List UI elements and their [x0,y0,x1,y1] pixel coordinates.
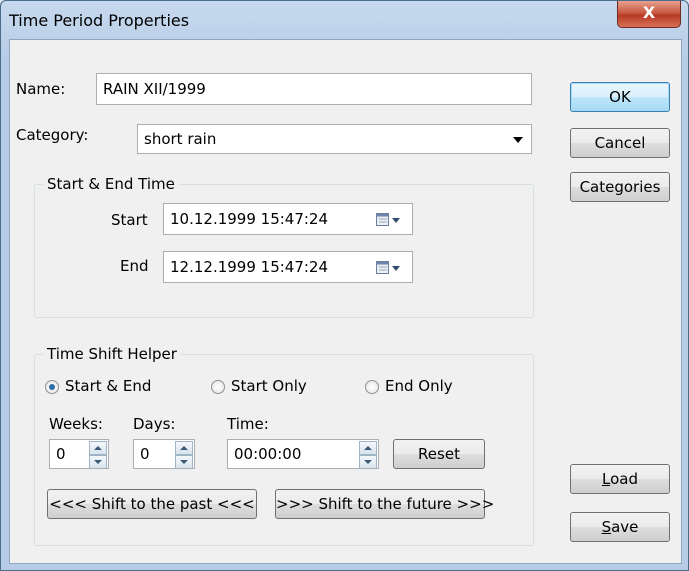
save-button[interactable]: Save [570,512,670,542]
start-end-group: Start & End Time Start 10.12.1999 15:47:… [34,175,534,318]
category-value: short rain [144,130,217,148]
end-label: End [120,257,149,275]
days-label: Days: [133,415,176,433]
weeks-stepper[interactable]: 0 [49,439,109,469]
spin-down-icon[interactable] [359,455,377,468]
save-label: ave [611,518,639,536]
dialog-client-area: Name: RAIN XII/1999 Category: short rain… [9,39,682,564]
weeks-value: 0 [56,445,66,463]
start-end-group-title: Start & End Time [43,175,179,193]
radio-end-only-label[interactable]: End Only [385,377,453,395]
radio-start-only-label[interactable]: Start Only [231,377,307,395]
calendar-dropdown-icon[interactable] [376,261,402,275]
time-value: 00:00:00 [234,445,302,463]
shift-future-button[interactable]: >>> Shift to the future >>> [275,489,494,519]
ok-button[interactable]: OK [570,82,670,112]
weeks-label: Weeks: [49,415,103,433]
radio-end-only[interactable] [365,380,379,394]
name-field[interactable]: RAIN XII/1999 [96,73,532,105]
title-bar[interactable]: Time Period Properties X [1,1,688,39]
close-button[interactable]: X [617,1,681,28]
cancel-button[interactable]: Cancel [570,128,670,158]
radio-start-end-label[interactable]: Start & End [65,377,151,395]
weeks-spin[interactable] [89,441,107,468]
load-accel: L [602,470,611,488]
load-label: oad [610,470,638,488]
categories-button[interactable]: Categories [570,172,670,202]
days-spin[interactable] [175,441,193,468]
reset-button[interactable]: Reset [393,439,485,469]
spin-down-icon[interactable] [89,455,107,468]
chevron-down-icon [513,137,523,143]
time-spin[interactable] [359,441,377,468]
spin-up-icon[interactable] [175,441,193,455]
radio-start-only[interactable] [211,380,225,394]
load-button[interactable]: Load [570,464,670,494]
start-datetime-value: 10.12.1999 15:47:24 [170,210,329,228]
save-accel: S [601,518,612,536]
end-datetime-picker[interactable]: 12.12.1999 15:47:24 [163,251,413,283]
time-label: Time: [227,415,269,433]
days-stepper[interactable]: 0 [133,439,195,469]
category-dropdown[interactable]: short rain [137,124,532,154]
name-label: Name: [16,80,66,98]
radio-start-end[interactable] [45,380,59,394]
category-label: Category: [16,126,89,144]
spin-down-icon[interactable] [175,455,193,468]
shift-past-button[interactable]: <<< Shift to the past <<< [47,489,257,519]
days-value: 0 [140,445,150,463]
spin-up-icon[interactable] [89,441,107,455]
time-shift-helper-group: Time Shift Helper Start & End Start Only… [34,345,534,546]
dialog-window: Time Period Properties X Name: RAIN XII/… [0,0,689,571]
window-title: Time Period Properties [9,11,190,30]
start-label: Start [111,211,148,229]
time-stepper[interactable]: 00:00:00 [227,439,379,469]
end-datetime-value: 12.12.1999 15:47:24 [170,258,329,276]
calendar-dropdown-icon[interactable] [376,213,402,227]
spin-up-icon[interactable] [359,441,377,455]
time-shift-helper-title: Time Shift Helper [43,345,181,363]
start-datetime-picker[interactable]: 10.12.1999 15:47:24 [163,203,413,235]
close-icon: X [642,3,656,22]
